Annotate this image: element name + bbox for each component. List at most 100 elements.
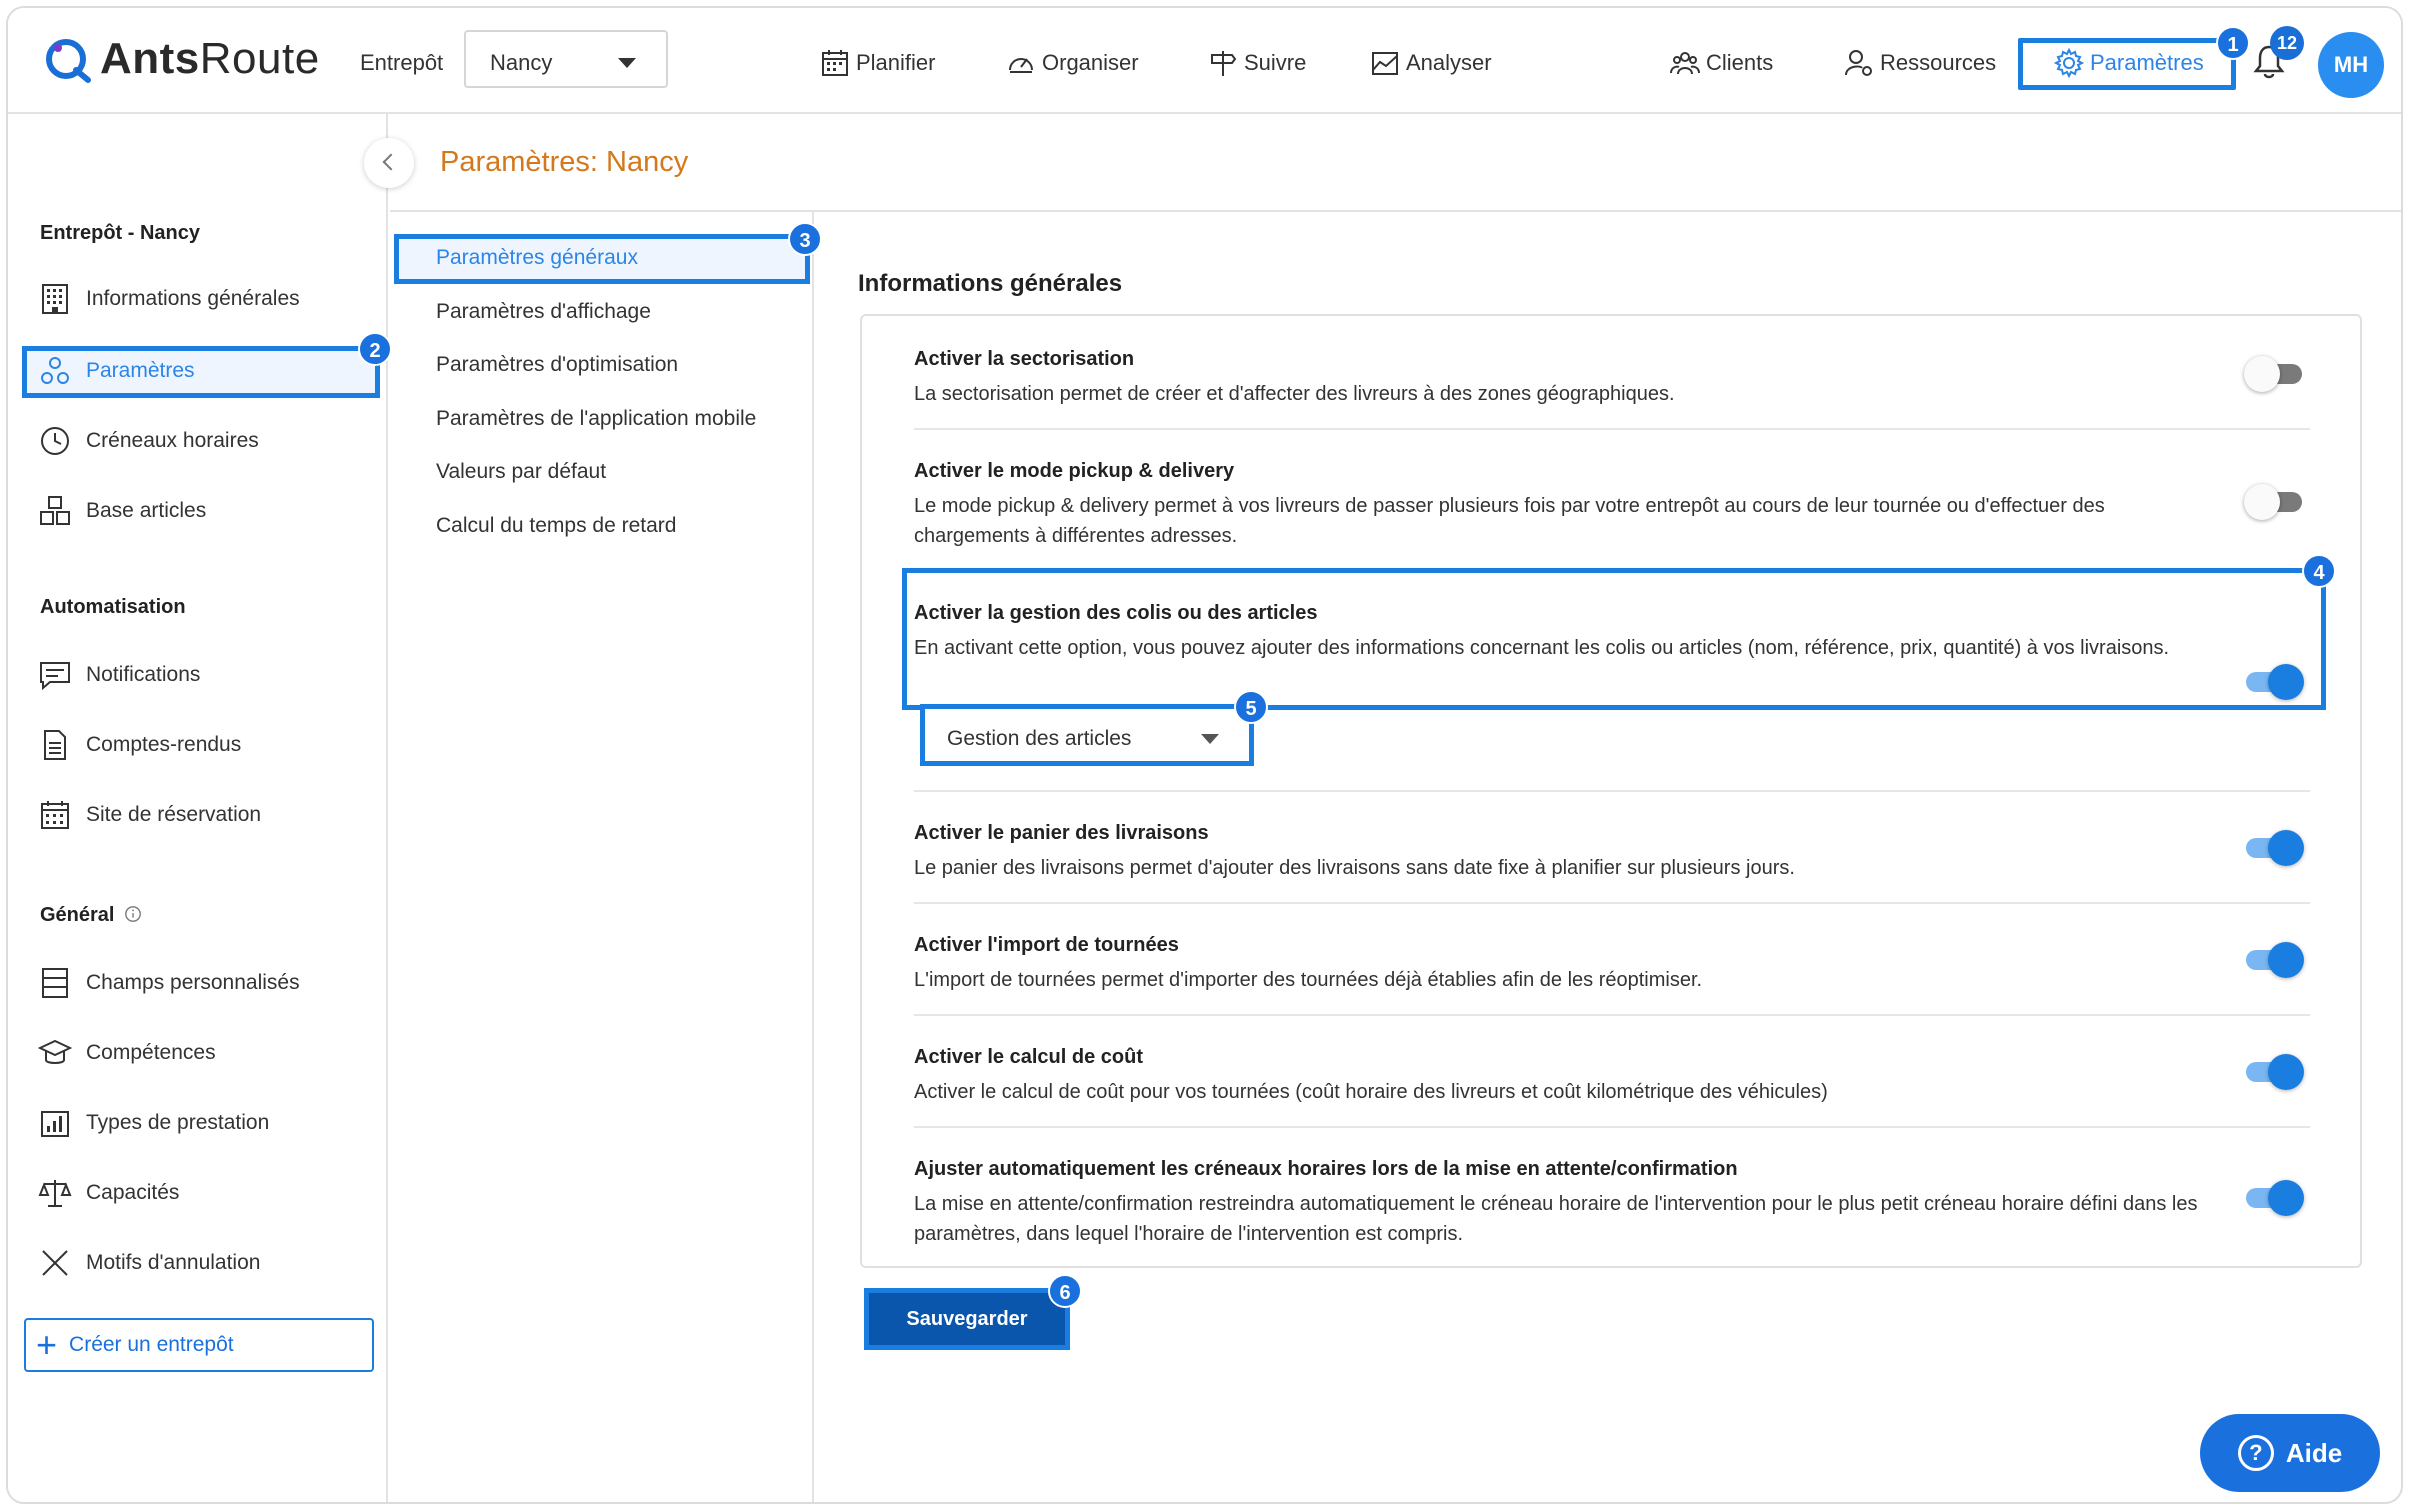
nav-clients[interactable]: Clients <box>1670 48 1773 78</box>
setting-description: Le panier des livraisons permet d'ajoute… <box>914 857 1795 879</box>
question-icon: ? <box>2237 1435 2274 1471</box>
save-button[interactable]: Sauvegarder <box>864 1288 1070 1350</box>
sidebar-item-label: Types de prestation <box>86 1111 270 1134</box>
entrepot-select[interactable]: Nancy <box>464 30 668 88</box>
sidebar-item-parametres[interactable]: Paramètres <box>38 354 195 388</box>
submenu-item-parametres-affichage[interactable]: Paramètres d'affichage <box>436 300 651 324</box>
caret-down-icon <box>1201 734 1219 744</box>
page-title: Paramètres: Nancy <box>440 146 689 178</box>
sidebar-item-champs-personnalises[interactable]: Champs personnalisés <box>38 966 300 1000</box>
sidebar-item-capacites[interactable]: Capacités <box>38 1176 179 1210</box>
articles-mode-select[interactable]: Gestion des articles <box>920 704 1254 766</box>
sidebar-item-label: Paramètres <box>86 359 195 382</box>
notification-count-badge: 12 <box>2270 26 2304 60</box>
articles-mode-value: Gestion des articles <box>947 727 1132 750</box>
step-badge-2: 2 <box>358 332 392 366</box>
nav-organiser-label: Organiser <box>1042 50 1139 75</box>
sidebar-section-entrepot: Entrepôt - Nancy <box>40 222 201 244</box>
app-frame: AntsRoute Entrepôt Nancy Planifier Organ… <box>6 6 2403 1504</box>
nav-analyser[interactable]: Analyser <box>1370 48 1492 78</box>
step-badge-1: 1 <box>2216 26 2250 60</box>
graduation-cap-icon <box>38 1039 72 1064</box>
submenu-item-calcul-temps-retard[interactable]: Calcul du temps de retard <box>436 514 676 538</box>
sidebar-item-label: Créneaux horaires <box>86 429 259 452</box>
building-icon <box>42 284 68 314</box>
sidebar-item-label: Compétences <box>86 1041 216 1064</box>
step-badge-5: 5 <box>1234 690 1268 724</box>
signpost-icon <box>1211 51 1237 76</box>
setting-gestion-colis-articles: Activer la gestion des colis ou des arti… <box>914 602 2204 663</box>
toggle-pickup-delivery[interactable] <box>2244 482 2302 522</box>
balance-scale-icon <box>38 1180 72 1207</box>
nav-ressources[interactable]: Ressources <box>1844 48 1996 78</box>
setting-description: Activer le calcul de coût pour vos tourn… <box>914 1081 1828 1103</box>
toggle-panier-livraisons[interactable] <box>2244 828 2304 868</box>
nav-parametres-label: Paramètres <box>2090 50 2204 75</box>
sidebar-item-motifs-d-annulation[interactable]: Motifs d'annulation <box>38 1246 260 1280</box>
sidebar-item-competences[interactable]: Compétences <box>38 1036 216 1070</box>
setting-divider <box>914 1126 2310 1128</box>
setting-panier-livraisons: Activer le panier des livraisons Le pani… <box>914 822 2204 883</box>
toggle-ajuster-creneaux[interactable] <box>2244 1178 2304 1218</box>
top-header: AntsRoute Entrepôt Nancy Planifier Organ… <box>8 8 2401 114</box>
toggle-calcul-cout[interactable] <box>2244 1052 2304 1092</box>
submenu-item-valeurs-par-defaut[interactable]: Valeurs par défaut <box>436 460 606 484</box>
settings-submenu: Paramètres généraux Paramètres d'afficha… <box>390 212 814 1502</box>
nav-planifier[interactable]: Planifier <box>820 48 935 78</box>
caret-down-icon <box>618 58 636 68</box>
create-entrepot-button[interactable]: + Créer un entrepôt <box>24 1318 374 1372</box>
nav-suivre[interactable]: Suivre <box>1208 48 1306 78</box>
setting-description: En activant cette option, vous pouvez aj… <box>914 637 2170 659</box>
toggle-gestion-colis-articles[interactable] <box>2244 662 2304 702</box>
sidebar-item-label: Site de réservation <box>86 803 262 826</box>
toggle-import-tournees[interactable] <box>2244 940 2304 980</box>
sidebar-item-types-de-prestation[interactable]: Types de prestation <box>38 1106 269 1140</box>
setting-title: Activer l'import de tournées <box>914 934 1179 956</box>
setting-title: Activer le calcul de coût <box>914 1046 1143 1068</box>
sidebar-item-site-de-reservation[interactable]: Site de réservation <box>38 798 261 832</box>
logo-icon <box>46 39 91 83</box>
calendar-grid-icon <box>41 801 69 829</box>
submenu-item-application-mobile[interactable]: Paramètres de l'application mobile <box>436 407 756 431</box>
info-icon[interactable] <box>124 905 142 923</box>
nav-ressources-label: Ressources <box>1880 50 1997 75</box>
nav-parametres[interactable]: Paramètres <box>2054 48 2204 78</box>
sidebar-item-informations-generales[interactable]: Informations générales <box>38 282 300 316</box>
antsroute-logo[interactable]: AntsRoute <box>44 34 320 84</box>
setting-ajuster-creneaux: Ajuster automatiquement les créneaux hor… <box>914 1158 2204 1249</box>
setting-divider <box>914 902 2310 904</box>
settings-card: Activer la sectorisation La sectorisatio… <box>860 314 2362 1268</box>
bar-chart-icon <box>41 1111 69 1137</box>
sidebar-item-notifications[interactable]: Notifications <box>38 658 200 692</box>
setting-title: Activer la sectorisation <box>914 348 1135 370</box>
sidebar-item-base-articles[interactable]: Base articles <box>38 494 206 528</box>
users-icon <box>1670 52 1700 75</box>
user-gear-icon <box>1845 50 1872 76</box>
nav-planifier-label: Planifier <box>856 50 936 75</box>
submenu-item-parametres-optimisation[interactable]: Paramètres d'optimisation <box>436 353 678 377</box>
entrepot-select-value: Nancy <box>490 50 553 75</box>
step-badge-4: 4 <box>2302 554 2336 588</box>
setting-divider <box>914 1014 2310 1016</box>
user-avatar[interactable]: MH <box>2318 32 2384 98</box>
sidebar-item-creneaux-horaires[interactable]: Créneaux horaires <box>38 424 259 458</box>
setting-description: La mise en attente/confirmation restrein… <box>914 1193 2198 1245</box>
nav-organiser[interactable]: Organiser <box>1006 48 1139 78</box>
setting-pickup-delivery: Activer le mode pickup & delivery Le mod… <box>914 460 2204 551</box>
toggle-sectorisation[interactable] <box>2244 354 2302 394</box>
logo-text: AntsRoute <box>100 34 320 83</box>
step-badge-6: 6 <box>1048 1274 1082 1308</box>
setting-description: L'import de tournées permet d'importer d… <box>914 969 1703 991</box>
setting-divider <box>914 790 2310 792</box>
nav-suivre-label: Suivre <box>1244 50 1307 75</box>
sidebar-item-label: Informations générales <box>86 287 300 310</box>
collapse-sidebar-button[interactable] <box>364 138 414 188</box>
create-entrepot-label: Créer un entrepôt <box>69 1333 234 1356</box>
sidebar-item-comptes-rendus[interactable]: Comptes-rendus <box>38 728 241 762</box>
help-button[interactable]: ? Aide <box>2200 1414 2380 1492</box>
nav-analyser-label: Analyser <box>1406 50 1492 75</box>
section-heading: Informations générales <box>858 270 1123 297</box>
nav-clients-label: Clients <box>1706 50 1774 75</box>
entrepot-label: Entrepôt <box>360 50 444 75</box>
submenu-item-parametres-generaux[interactable]: Paramètres généraux <box>436 246 638 270</box>
